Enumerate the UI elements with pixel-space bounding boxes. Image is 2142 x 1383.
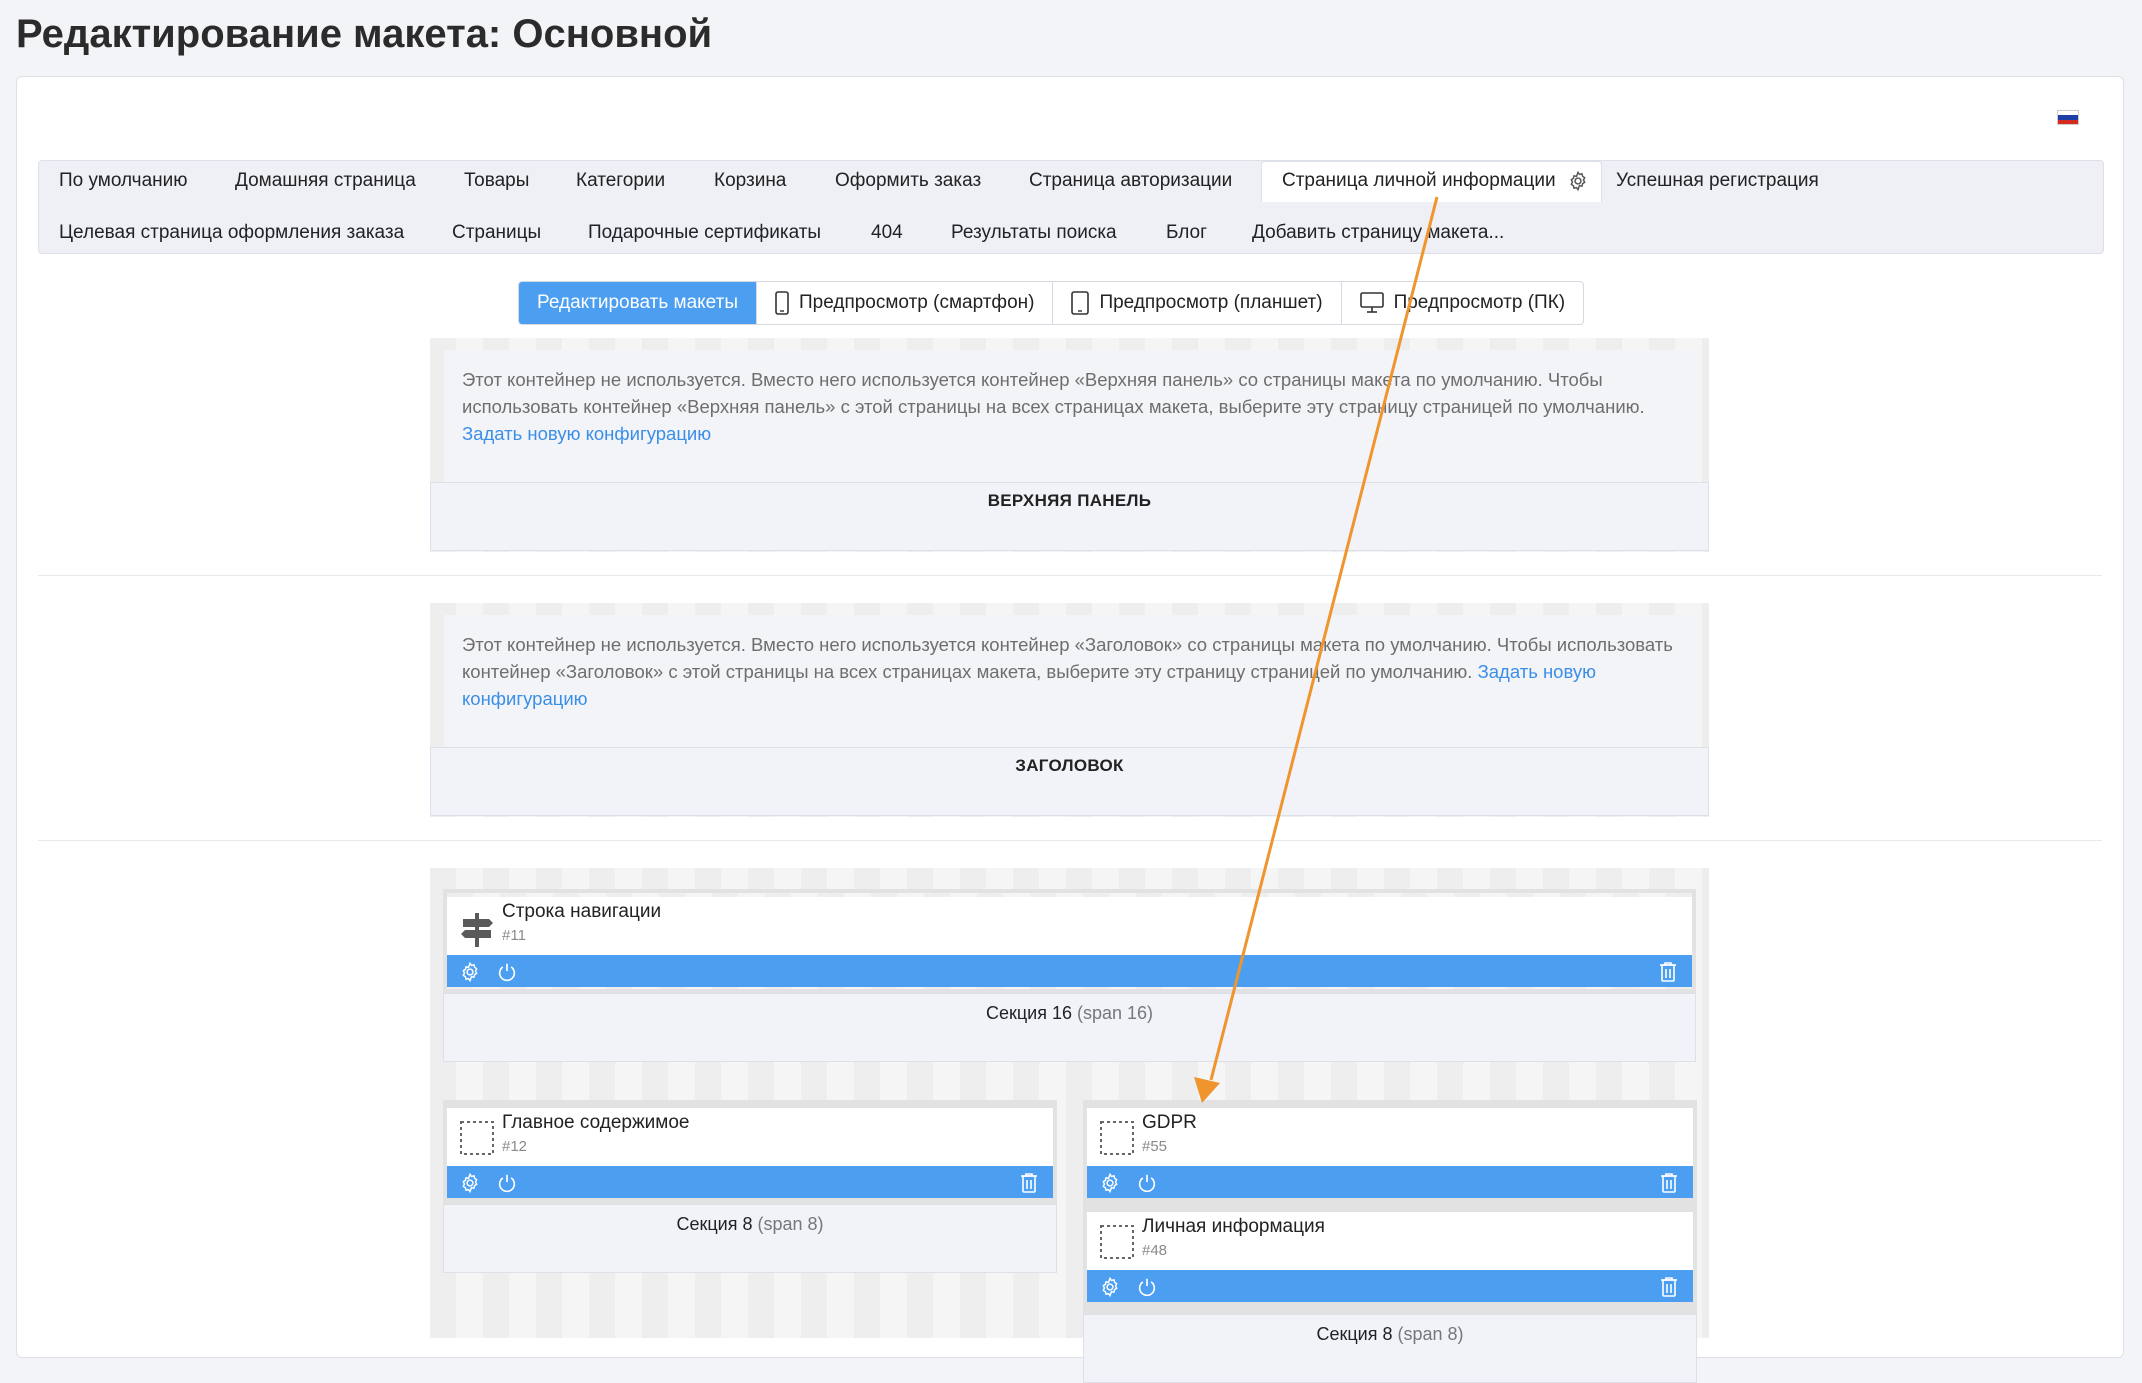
tab-login[interactable]: Страница авторизации — [1029, 168, 1232, 194]
placeholder-block-icon — [460, 1121, 494, 1155]
section-footer: Секция 8 (span 8) — [443, 1204, 1057, 1273]
section-16: Строка навигации #11 Секция 16 (span 16) — [443, 889, 1696, 1062]
section-8-main: Главное содержимое #12 Секция 8 (span 8) — [443, 1100, 1057, 1273]
tab-pages[interactable]: Страницы — [452, 220, 541, 246]
block-title: Главное содержимое — [502, 1112, 690, 1133]
tab-blog[interactable]: Блог — [1166, 220, 1207, 246]
block-personal-info[interactable]: Личная информация #48 — [1087, 1212, 1693, 1302]
view-mode-switcher: Редактировать макеты Предпросмотр (смарт… — [518, 281, 1585, 325]
container-divider — [38, 840, 2102, 841]
block-toolbar — [1087, 1270, 1693, 1302]
preview-tablet-label: Предпросмотр (планшет) — [1099, 292, 1323, 313]
block-id: #12 — [502, 1138, 528, 1155]
block-title: Строка навигации — [502, 901, 662, 922]
container-header: Этот контейнер не используется. Вместо н… — [430, 603, 1709, 817]
tab-registration-success[interactable]: Успешная регистрация — [1616, 168, 1819, 194]
section-span: (span 8) — [757, 1214, 824, 1234]
gear-icon[interactable] — [1099, 1172, 1121, 1194]
block-breadcrumbs[interactable]: Строка навигации #11 — [447, 897, 1692, 987]
block-gdpr[interactable]: GDPR #55 — [1087, 1108, 1693, 1198]
power-icon[interactable] — [1136, 1172, 1158, 1194]
gear-icon[interactable] — [459, 961, 481, 983]
block-toolbar — [1087, 1166, 1693, 1198]
tab-personal-info[interactable]: Страница личной информации — [1261, 161, 1602, 202]
page-title: Редактирование макета: Основной — [16, 12, 713, 56]
desktop-icon — [1359, 292, 1384, 313]
preview-smartphone-button[interactable]: Предпросмотр (смартфон) — [755, 282, 1052, 324]
container-unused-notice: Этот контейнер не используется. Вместо н… — [444, 615, 1697, 749]
block-id: #11 — [502, 927, 526, 944]
tab-personal-info-label: Страница личной информации — [1282, 170, 1556, 191]
placeholder-block-icon — [1100, 1225, 1134, 1259]
preview-tablet-button[interactable]: Предпросмотр (планшет) — [1052, 282, 1340, 324]
block-main-content[interactable]: Главное содержимое #12 — [447, 1108, 1053, 1198]
edit-layouts-button[interactable]: Редактировать макеты — [519, 282, 756, 324]
section-span: (span 8) — [1397, 1324, 1464, 1344]
block-id: #55 — [1142, 1138, 1168, 1155]
notice-text: Этот контейнер не используется. Вместо н… — [462, 369, 1645, 417]
signpost-icon — [461, 913, 493, 947]
layout-page-tabs: По умолчанию Домашняя страница Товары Ка… — [38, 160, 2104, 254]
placeholder-block-icon — [1100, 1121, 1134, 1155]
trash-icon[interactable] — [1019, 1172, 1039, 1194]
russian-flag-icon[interactable] — [2057, 110, 2079, 125]
tab-categories[interactable]: Категории — [576, 168, 665, 194]
section-footer: Секция 16 (span 16) — [443, 993, 1696, 1062]
trash-icon[interactable] — [1659, 1276, 1679, 1298]
power-icon[interactable] — [496, 961, 518, 983]
container-name: ЗАГОЛОВОК — [430, 747, 1709, 816]
gear-icon[interactable] — [459, 1172, 481, 1194]
container-unused-notice: Этот контейнер не используется. Вместо н… — [444, 350, 1697, 484]
block-title: Личная информация — [1142, 1216, 1325, 1237]
trash-icon[interactable] — [1659, 1172, 1679, 1194]
section-8-side: GDPR #55 Личная информация #48 Секция 8 … — [1083, 1100, 1697, 1383]
preview-desktop-label: Предпросмотр (ПК) — [1393, 292, 1566, 313]
tab-404[interactable]: 404 — [871, 220, 903, 246]
tab-home[interactable]: Домашняя страница — [235, 168, 416, 194]
container-name: ВЕРХНЯЯ ПАНЕЛЬ — [430, 482, 1709, 551]
tab-products[interactable]: Товары — [464, 168, 529, 194]
block-toolbar — [447, 1166, 1053, 1198]
tab-checkout-landing[interactable]: Целевая страница оформления заказа — [59, 220, 404, 246]
block-title: GDPR — [1142, 1112, 1197, 1133]
section-name: Секция 8 — [676, 1214, 753, 1234]
container-divider — [38, 575, 2102, 576]
tab-gift-certificates[interactable]: Подарочные сертификаты — [588, 220, 821, 246]
preview-smartphone-label: Предпросмотр (смартфон) — [798, 292, 1035, 313]
gear-icon[interactable] — [1567, 170, 1589, 192]
section-footer: Секция 8 (span 8) — [1083, 1314, 1697, 1383]
tablet-icon — [1071, 291, 1090, 315]
power-icon[interactable] — [496, 1172, 518, 1194]
edit-layouts-label: Редактировать макеты — [537, 292, 738, 313]
preview-desktop-button[interactable]: Предпросмотр (ПК) — [1340, 282, 1584, 324]
block-id: #48 — [1142, 1242, 1168, 1259]
smartphone-icon — [775, 291, 789, 315]
power-icon[interactable] — [1136, 1276, 1158, 1298]
tab-checkout[interactable]: Оформить заказ — [835, 168, 981, 194]
trash-icon[interactable] — [1658, 961, 1678, 983]
add-layout-page-link[interactable]: Добавить страницу макета... — [1252, 220, 1504, 246]
gear-icon[interactable] — [1099, 1276, 1121, 1298]
section-span: (span 16) — [1077, 1003, 1154, 1023]
tab-search-results[interactable]: Результаты поиска — [951, 220, 1117, 246]
section-name: Секция 8 — [1316, 1324, 1393, 1344]
block-toolbar — [447, 955, 1692, 987]
container-top-panel: Этот контейнер не используется. Вместо н… — [430, 338, 1709, 552]
tab-default[interactable]: По умолчанию — [59, 168, 188, 194]
section-name: Секция 16 — [985, 1003, 1072, 1023]
tab-cart[interactable]: Корзина — [714, 168, 786, 194]
set-new-configuration-link[interactable]: Задать новую конфигурацию — [462, 423, 711, 444]
